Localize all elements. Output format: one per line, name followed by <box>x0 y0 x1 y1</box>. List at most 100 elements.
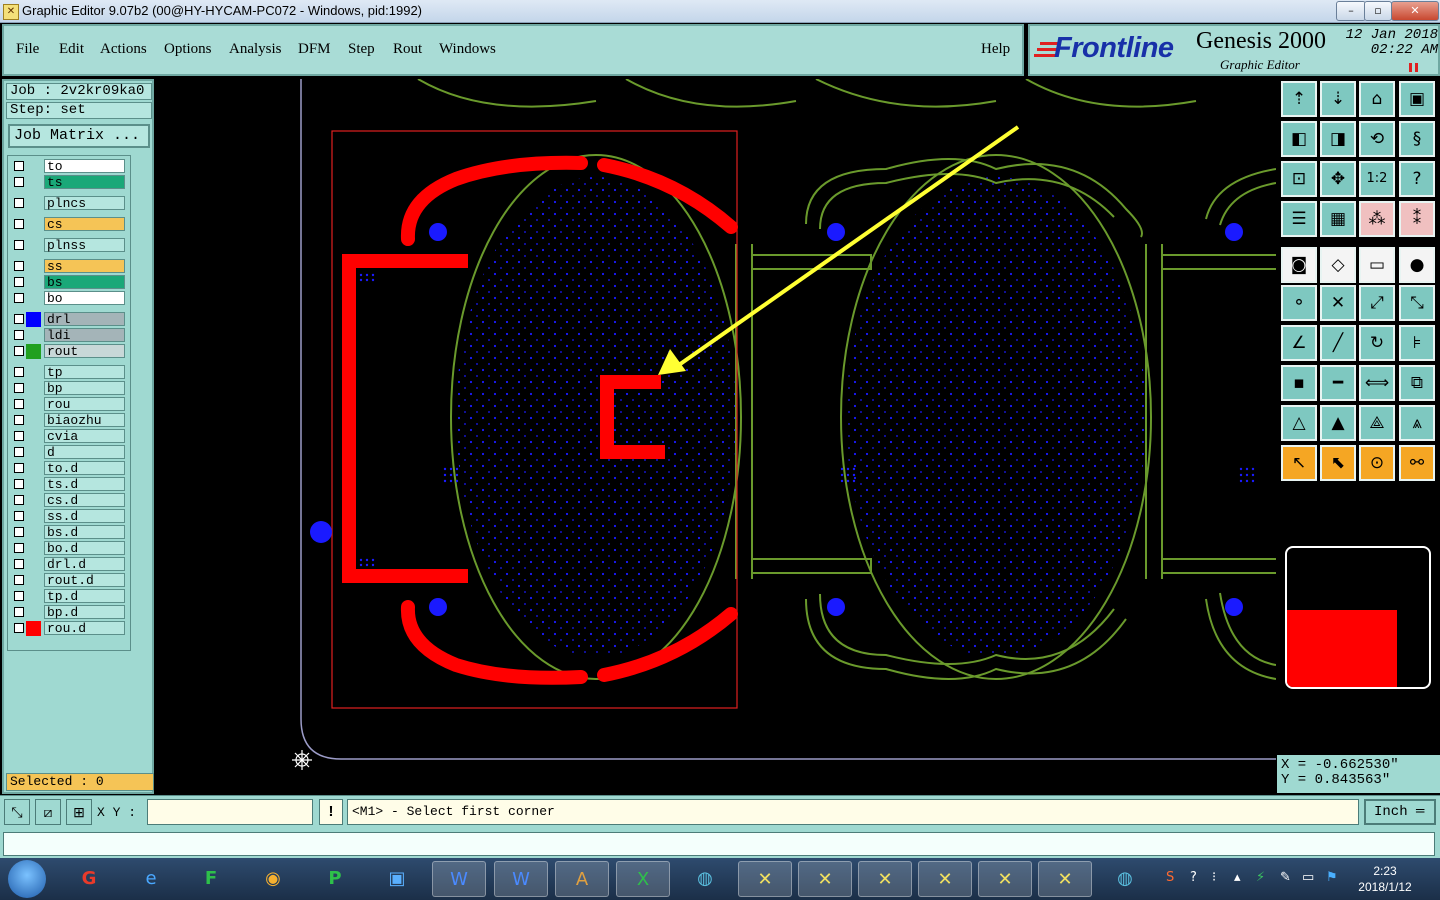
layer-row[interactable]: ldi <box>8 328 128 343</box>
pad-tool-icon[interactable]: ▪ <box>1281 365 1317 401</box>
arc-tool-icon[interactable]: ↻ <box>1359 325 1395 361</box>
layer-checkbox[interactable] <box>14 623 24 633</box>
menu-rout[interactable]: Rout <box>393 41 422 58</box>
ruler-icon[interactable]: ▭ <box>1359 247 1395 283</box>
pan-right-icon[interactable]: ◨ <box>1320 121 1356 157</box>
snap-icon[interactable]: ⁂ <box>1359 201 1395 237</box>
save-icon[interactable]: ⇣ <box>1320 81 1356 117</box>
surface-tool-icon[interactable]: ⧉ <box>1399 365 1435 401</box>
layer-checkbox[interactable] <box>14 367 24 377</box>
layer-name[interactable]: ldi <box>44 328 125 342</box>
pad-icon[interactable]: ● <box>1399 247 1435 283</box>
editor-window-3-icon[interactable]: ✕ <box>858 861 912 897</box>
units-selector[interactable]: Inch ═ <box>1364 799 1436 825</box>
tray-flag-icon[interactable]: ⚑ <box>1326 870 1338 885</box>
layer-checkbox[interactable] <box>14 240 24 250</box>
layer-name[interactable]: drl <box>44 312 125 326</box>
layer-checkbox[interactable] <box>14 575 24 585</box>
xy-input[interactable] <box>147 799 313 825</box>
redraw-icon[interactable]: § <box>1399 121 1435 157</box>
layer-checkbox[interactable] <box>14 346 24 356</box>
layer-row[interactable]: bs <box>8 275 128 290</box>
tray-help-icon[interactable]: ? <box>1190 870 1197 885</box>
zoom-window-icon[interactable]: ⤡ <box>4 799 30 825</box>
editor-window-5-icon[interactable]: ✕ <box>978 861 1032 897</box>
open-job-icon[interactable]: ⇡ <box>1281 81 1317 117</box>
menu-actions[interactable]: Actions <box>100 41 147 58</box>
editor-window-1-icon[interactable]: ✕ <box>738 861 792 897</box>
layer-row[interactable]: cs <box>8 217 128 232</box>
pointer-icon[interactable]: ↖ <box>1281 445 1317 481</box>
layer-checkbox[interactable] <box>14 383 24 393</box>
layer-name[interactable]: to.d <box>44 461 125 475</box>
menu-file[interactable]: File <box>16 41 39 58</box>
layer-row[interactable]: ss.d <box>8 509 128 524</box>
layer-row[interactable]: bp <box>8 381 128 396</box>
layer-checkbox[interactable] <box>14 607 24 617</box>
layer-row[interactable]: cvia <box>8 429 128 444</box>
tray-s-icon[interactable]: S <box>1166 870 1174 885</box>
add-line-icon[interactable]: ⚬ <box>1281 285 1317 321</box>
layer-row[interactable]: ts.d <box>8 477 128 492</box>
grid-icon[interactable]: ▦ <box>1320 201 1356 237</box>
select-area-icon[interactable]: ◇ <box>1320 247 1356 283</box>
p-app-icon[interactable]: P <box>308 861 362 897</box>
excel-app-icon[interactable]: X <box>616 861 670 897</box>
layer-checkbox[interactable] <box>14 415 24 425</box>
zoom-center-icon[interactable]: ✥ <box>1320 161 1356 197</box>
layer-row[interactable]: rou.d <box>8 621 128 636</box>
layer-name[interactable]: drl.d <box>44 557 125 571</box>
word-app-2-icon[interactable]: W <box>494 861 548 897</box>
graphic-canvas[interactable] <box>156 78 1277 794</box>
pcb-drawing[interactable] <box>156 78 1277 794</box>
layer-name[interactable]: cvia <box>44 429 125 443</box>
tray-expand-icon[interactable]: ▴ <box>1234 870 1241 885</box>
mirror-icon[interactable]: ⟲ <box>1359 121 1395 157</box>
layer-row[interactable]: tp.d <box>8 589 128 604</box>
layer-checkbox[interactable] <box>14 447 24 457</box>
layer-checkbox[interactable] <box>14 463 24 473</box>
editor-window-4-icon[interactable]: ✕ <box>918 861 972 897</box>
layer-row[interactable]: plnss <box>8 238 128 253</box>
layer-name[interactable]: d <box>44 445 125 459</box>
layer-row[interactable]: to <box>8 159 128 174</box>
save-app-icon[interactable]: ▣ <box>370 861 424 897</box>
layer-row[interactable]: drl <box>8 312 128 327</box>
layer-row[interactable]: ts <box>8 175 128 190</box>
layer-name[interactable]: cs.d <box>44 493 125 507</box>
layer-row[interactable]: bs.d <box>8 525 128 540</box>
menu-analysis[interactable]: Analysis <box>229 41 282 58</box>
layer-name[interactable]: to <box>44 159 125 173</box>
layer-checkbox[interactable] <box>14 261 24 271</box>
layer-checkbox[interactable] <box>14 479 24 489</box>
layer-name[interactable]: rout <box>44 344 125 358</box>
menu-step[interactable]: Step <box>348 41 375 58</box>
frontline-app-icon[interactable]: F <box>184 861 238 897</box>
layer-row[interactable]: cs.d <box>8 493 128 508</box>
layer-name[interactable]: rout.d <box>44 573 125 587</box>
job-matrix-button[interactable]: Job Matrix ... <box>8 124 150 148</box>
layer-row[interactable]: biaozhu <box>8 413 128 428</box>
layer-name[interactable]: ss.d <box>44 509 125 523</box>
start-button[interactable] <box>8 860 46 898</box>
angle-icon[interactable]: ∠ <box>1281 325 1317 361</box>
layer-checkbox[interactable] <box>14 511 24 521</box>
layer-row[interactable]: to.d <box>8 461 128 476</box>
pan-left-icon[interactable]: ◧ <box>1281 121 1317 157</box>
close-button[interactable]: ✕ <box>1391 1 1439 21</box>
home-icon[interactable]: ⌂ <box>1359 81 1395 117</box>
internet-explorer-icon[interactable]: e <box>124 861 178 897</box>
snap-grid-icon[interactable]: ⁑ <box>1399 201 1435 237</box>
triangle-tool-4-icon[interactable]: ⩓ <box>1399 405 1435 441</box>
maximize-button[interactable]: ▫ <box>1364 1 1392 21</box>
zoom-1-to-2-icon[interactable]: 1:2 <box>1359 161 1395 197</box>
layer-row[interactable]: plncs <box>8 196 128 211</box>
layer-row[interactable]: rout.d <box>8 573 128 588</box>
triangle-tool-1-icon[interactable]: △ <box>1281 405 1317 441</box>
text-app-icon[interactable]: A <box>555 861 609 897</box>
layer-row[interactable]: bo <box>8 291 128 306</box>
triangle-tool-3-icon[interactable]: ⟁ <box>1359 405 1395 441</box>
delete-feature-icon[interactable]: ✕ <box>1320 285 1356 321</box>
minimize-button[interactable]: – <box>1336 1 1366 21</box>
tray-network-icon[interactable]: ▭ <box>1302 870 1314 885</box>
